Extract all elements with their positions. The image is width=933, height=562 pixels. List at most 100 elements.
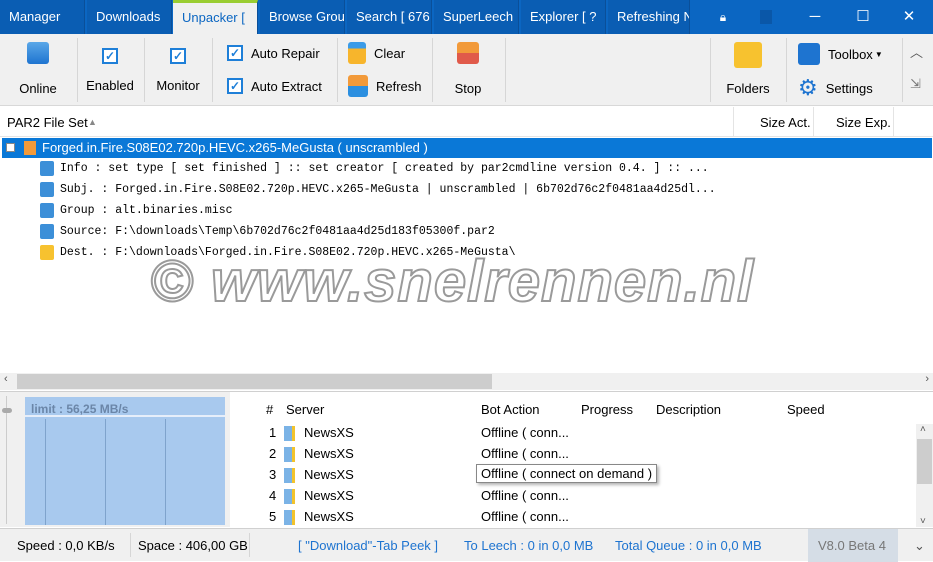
tab-explorer[interactable]: Explorer [ ?: [521, 0, 606, 34]
status-bar: Speed : 0,0 KB/s Space : 406,00 GB [ "Do…: [0, 528, 933, 562]
column-bot-action[interactable]: Bot Action: [481, 402, 540, 417]
settings-button[interactable]: ⚙ Settings: [798, 75, 873, 101]
checkbox-checked-icon: ✓: [170, 48, 186, 64]
tab-unpacker[interactable]: Unpacker [: [173, 0, 258, 34]
gear-icon: ⚙: [798, 75, 818, 100]
title-bar: Manager Downloads Unpacker [ Browse Grou…: [0, 0, 933, 34]
folders-button[interactable]: Folders: [720, 42, 776, 96]
toolbox-dropdown[interactable]: Toolbox ▼: [798, 43, 883, 65]
info-icon: [40, 182, 54, 197]
download-tab-peek-link[interactable]: [ "Download"-Tab Peek ]: [298, 538, 438, 553]
layout-button[interactable]: [743, 0, 789, 34]
column-server[interactable]: Server: [286, 402, 324, 417]
scroll-left-icon[interactable]: ‹: [4, 373, 8, 385]
checkbox-checked-icon: ✓: [102, 48, 118, 64]
scrollbar-thumb[interactable]: [917, 439, 932, 484]
leaf-text: Group : alt.binaries.misc: [60, 204, 233, 217]
tab-browse-groups[interactable]: Browse Grou: [260, 0, 345, 34]
scroll-down-icon[interactable]: ˅: [920, 516, 926, 527]
broom-icon: [348, 42, 366, 64]
maximize-button[interactable]: ☐: [840, 0, 886, 34]
column-description[interactable]: Description: [656, 402, 721, 417]
row-number: 5: [269, 509, 277, 524]
source-icon: [40, 224, 54, 239]
tab-search[interactable]: Search [ 676: [347, 0, 432, 34]
tree-leaf-info[interactable]: Info : set type [ set finished ] :: set …: [40, 158, 709, 179]
settings-label: Settings: [825, 80, 873, 96]
checkbox-checked-icon: ✓: [227, 78, 243, 94]
column-progress[interactable]: Progress: [581, 402, 633, 417]
bot-action: Offline ( conn...: [481, 488, 569, 503]
enabled-button[interactable]: ✓ Enabled: [82, 48, 138, 93]
status-to-leech[interactable]: To Leech : 0 in 0,0 MB: [464, 538, 593, 553]
status-speed: Speed : 0,0 KB/s: [17, 538, 115, 553]
tree-leaf-subject[interactable]: Subj. : Forged.in.Fire.S08E02.720p.HEVC.…: [40, 179, 716, 200]
status-total-queue[interactable]: Total Queue : 0 in 0,0 MB: [615, 538, 762, 553]
tree-leaf-group[interactable]: Group : alt.binaries.misc: [40, 200, 233, 221]
server-name: NewsXS: [304, 446, 354, 461]
minimize-button[interactable]: ─: [792, 0, 838, 34]
tree-root-label: Forged.in.Fire.S08E02.720p.HEVC.x265-MeG…: [42, 140, 428, 155]
refresh-button[interactable]: Refresh: [348, 75, 422, 97]
server-name: NewsXS: [304, 425, 354, 440]
bot-action: Offline ( conn...: [481, 446, 569, 461]
tab-downloads[interactable]: Downloads: [87, 0, 172, 34]
clear-button[interactable]: Clear: [348, 42, 405, 64]
row-number: 1: [269, 425, 277, 440]
tree-root-item[interactable]: Forged.in.Fire.S08E02.720p.HEVC.x265-MeG…: [2, 138, 932, 158]
slider-handle[interactable]: [2, 408, 12, 413]
speed-limit-label: limit : 56,25 MB/s: [25, 397, 225, 417]
tab-manager[interactable]: Manager: [0, 0, 85, 34]
server-name: NewsXS: [304, 488, 354, 503]
speed-slider[interactable]: [2, 396, 16, 524]
column-speed[interactable]: Speed: [787, 402, 825, 417]
folder-icon: [734, 42, 762, 68]
bot-action: Offline ( conn...: [481, 509, 569, 524]
online-button[interactable]: Online: [10, 42, 66, 96]
row-number: 3: [269, 467, 277, 482]
collapse-icon[interactable]: [6, 143, 15, 152]
scrollbar-thumb[interactable]: [17, 374, 492, 389]
info-icon: [40, 161, 54, 176]
collapse-ribbon-icon[interactable]: ︿: [910, 42, 923, 61]
tooltip: Offline ( connect on demand ): [476, 464, 658, 483]
pin-icon[interactable]: ⇲: [910, 76, 921, 92]
watermark: © www.snelrennen.nl: [149, 248, 755, 315]
folder-icon: [40, 245, 54, 260]
tab-superleech[interactable]: SuperLeech: [434, 0, 519, 34]
server-list: # Server Bot Action Progress Description…: [230, 392, 933, 528]
tree-leaf-source[interactable]: Source: F:\downloads\Temp\6b702d76c2f048…: [40, 221, 495, 242]
horizontal-scrollbar[interactable]: ‹ ›: [0, 373, 933, 390]
expand-icon[interactable]: ⌄: [914, 538, 925, 554]
server-row[interactable]: 5 NewsXS Offline ( conn...: [230, 507, 910, 528]
clear-label: Clear: [374, 45, 406, 61]
close-button[interactable]: ✕: [886, 0, 932, 34]
tab-refreshing[interactable]: Refreshing N: [608, 0, 690, 34]
auto-extract-checkbox[interactable]: ✓ Auto Extract: [227, 78, 322, 94]
stop-icon: [457, 42, 479, 64]
refresh-icon: [348, 75, 368, 97]
scroll-up-icon[interactable]: ˄: [920, 424, 926, 435]
group-icon: [40, 203, 54, 218]
server-row[interactable]: 1 NewsXS Offline ( conn...: [230, 423, 910, 444]
bot-action: Offline ( conn...: [481, 425, 569, 440]
vertical-scrollbar[interactable]: ˄ ˅: [916, 424, 933, 527]
server-globe-icon: [27, 42, 49, 64]
scroll-right-icon[interactable]: ›: [925, 373, 929, 385]
server-row[interactable]: 4 NewsXS Offline ( conn...: [230, 486, 910, 507]
server-icon: [284, 468, 295, 483]
leaf-text: Subj. : Forged.in.Fire.S08E02.720p.HEVC.…: [60, 183, 716, 196]
column-size-act[interactable]: Size Act.: [760, 115, 811, 130]
folders-label: Folders: [726, 81, 770, 96]
column-par2-file-set[interactable]: PAR2 File Set: [7, 115, 88, 130]
server-icon: [284, 510, 295, 525]
column-size-exp[interactable]: Size Exp.: [836, 115, 891, 130]
server-name: NewsXS: [304, 467, 354, 482]
column-number[interactable]: #: [266, 402, 273, 417]
monitor-button[interactable]: ✓ Monitor: [150, 48, 206, 93]
stop-button[interactable]: Stop: [440, 42, 496, 96]
toolbox-label: Toolbox: [828, 46, 873, 62]
lock-icon[interactable]: 🔒︎: [700, 0, 746, 34]
auto-repair-checkbox[interactable]: ✓ Auto Repair: [227, 45, 320, 61]
server-row[interactable]: 2 NewsXS Offline ( conn...: [230, 444, 910, 465]
